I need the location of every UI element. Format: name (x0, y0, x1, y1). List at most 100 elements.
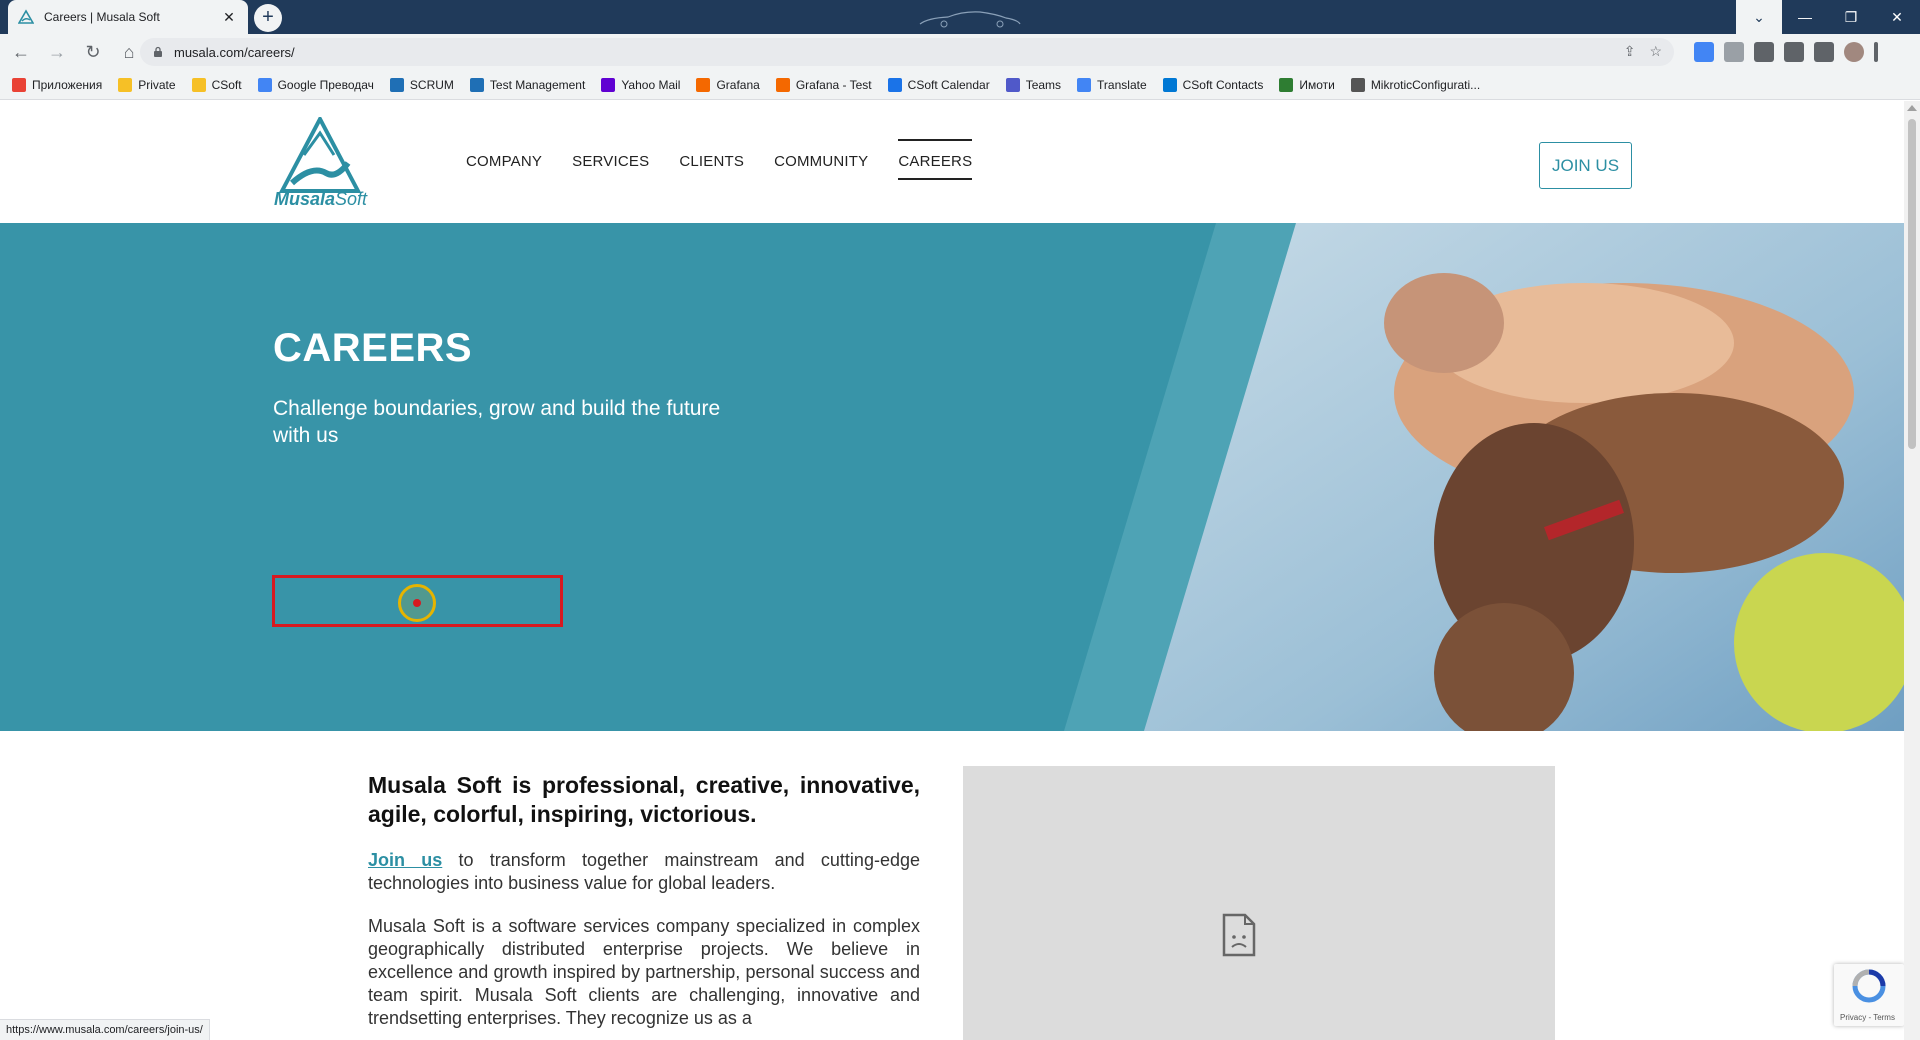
bookmark-item[interactable]: Test Management (469, 77, 586, 92)
tab-close-icon[interactable]: ✕ (220, 9, 238, 26)
profile-avatar[interactable] (1844, 42, 1864, 62)
bookmark-label: Translate (1097, 77, 1147, 92)
bookmark-item[interactable]: MikroticConfigurati... (1350, 77, 1481, 92)
bookmark-favicon-icon (696, 77, 711, 92)
page-scrollbar[interactable] (1904, 101, 1920, 1040)
bookmark-label: CSoft Calendar (907, 77, 990, 92)
bookmark-favicon-icon (1279, 77, 1294, 92)
hero-tagline: Challenge boundaries, grow and build the… (273, 397, 721, 447)
intro-section: Musala Soft is professional, creative, i… (368, 771, 920, 1030)
hero-title: CAREERS (273, 326, 473, 370)
cloud-extension-icon[interactable] (1724, 42, 1744, 62)
recaptcha-badge[interactable]: Privacy - Terms (1834, 964, 1904, 1026)
logo-main-text: Musala (274, 189, 336, 209)
bookmark-item[interactable]: SCRUM (389, 77, 454, 92)
site-header: MusalaSoft COMPANY SERVICES CLIENTS COMM… (0, 101, 1904, 223)
bookmark-item[interactable]: Yahoo Mail (601, 77, 681, 92)
back-button[interactable]: ← (6, 37, 36, 67)
join-us-link[interactable]: Join us (368, 850, 442, 870)
forward-button[interactable]: → (42, 37, 72, 67)
bookmark-favicon-icon (1077, 77, 1092, 92)
careers-hero: CAREERS Challenge boundaries, grow and b… (0, 223, 1904, 731)
nav-community[interactable]: COMMUNITY (774, 153, 868, 170)
scroll-up-icon[interactable] (1907, 105, 1917, 111)
side-panel-icon[interactable] (1814, 42, 1834, 62)
bookmark-favicon-icon (469, 77, 484, 92)
bookmark-label: Приложения (32, 77, 103, 92)
translate-extension-icon[interactable] (1694, 42, 1714, 62)
nav-services[interactable]: SERVICES (572, 153, 649, 170)
bookmark-item[interactable]: Приложения (12, 77, 103, 92)
bookmark-item[interactable]: CSoft (191, 77, 242, 92)
close-window-button[interactable]: ✕ (1874, 0, 1920, 34)
browser-tab[interactable]: Careers | Musala Soft ✕ (8, 0, 248, 34)
nav-company[interactable]: COMPANY (466, 153, 542, 170)
nav-clients[interactable]: CLIENTS (679, 153, 744, 170)
join-us-button[interactable]: JOIN US (1539, 142, 1632, 189)
bookmark-favicon-icon (601, 77, 616, 92)
page-viewport: MusalaSoft COMPANY SERVICES CLIENTS COMM… (0, 101, 1904, 1040)
new-tab-button[interactable]: + (254, 4, 282, 32)
minimize-button[interactable]: — (1782, 0, 1828, 34)
bookmark-favicon-icon (118, 77, 133, 92)
bookmark-item[interactable]: Google Преводач (257, 77, 374, 92)
click-cursor-icon (398, 584, 436, 622)
bookmark-label: SCRUM (409, 77, 454, 92)
nav-careers[interactable]: CAREERS (898, 139, 973, 180)
bookmark-item[interactable]: Имоти (1279, 77, 1335, 92)
chrome-menu-icon[interactable] (1874, 42, 1878, 62)
bookmark-favicon-icon (12, 77, 26, 92)
tab-strip: Careers | Musala Soft ✕ + ⌄ — ❐ ✕ (0, 0, 1920, 34)
bookmark-label: Test Management (489, 77, 586, 92)
extensions-area (1694, 42, 1878, 62)
bookmark-label: Grafana - Test (795, 77, 872, 92)
bookmark-favicon-icon (775, 77, 790, 92)
bookmark-label: Google Преводач (277, 77, 374, 92)
bookmark-favicon-icon (1005, 77, 1020, 92)
bookmark-item[interactable]: Grafana (696, 77, 760, 92)
car-profile-icon (919, 11, 1021, 28)
browser-toolbar: ← → ↻ ⌂ musala.com/careers/ ⇪ ☆ (0, 34, 1920, 70)
embedded-media-placeholder[interactable] (963, 766, 1555, 1040)
bookmark-favicon-icon (389, 77, 404, 92)
recaptcha-icon (1852, 969, 1886, 1003)
broken-document-icon (1222, 913, 1256, 957)
bookmarks-bar: Приложения Private CSoft Google Преводач SCR… (0, 70, 1920, 100)
bookmark-item[interactable]: Teams (1005, 77, 1061, 92)
bookmark-item[interactable]: CSoft Calendar (887, 77, 990, 92)
bookmark-label: CSoft Contacts (1182, 77, 1264, 92)
recaptcha-terms[interactable]: Privacy - Terms (1840, 1013, 1895, 1022)
grid-extension-icon[interactable] (1754, 42, 1774, 62)
bookmark-label: Private (138, 77, 176, 92)
intro-heading: Musala Soft is professional, creative, i… (368, 772, 920, 827)
bookmark-label: MikroticConfigurati... (1370, 77, 1481, 92)
tab-search-button[interactable]: ⌄ (1736, 0, 1782, 34)
bookmark-favicon-icon (1350, 77, 1365, 92)
main-navigation: COMPANY SERVICES CLIENTS COMMUNITY CAREE… (466, 139, 973, 180)
bookmark-favicon-icon (887, 77, 902, 92)
restore-button[interactable]: ❐ (1828, 0, 1874, 34)
bookmark-item[interactable]: Grafana - Test (775, 77, 872, 92)
scrollbar-thumb[interactable] (1908, 119, 1916, 449)
bookmark-item[interactable]: CSoft Contacts (1162, 77, 1264, 92)
bookmark-label: Grafana (716, 77, 760, 92)
puzzle-extensions-icon[interactable] (1784, 42, 1804, 62)
bookmark-favicon-icon (257, 77, 272, 92)
logo-text[interactable]: MusalaSoft (274, 189, 367, 210)
team-hands-photo (1064, 223, 1904, 731)
bookmark-item[interactable]: Translate (1077, 77, 1147, 92)
url-text[interactable]: musala.com/careers/ (174, 45, 295, 60)
window-controls: ⌄ — ❐ ✕ (1736, 0, 1920, 34)
lock-icon (154, 46, 162, 57)
tab-title: Careers | Musala Soft (44, 10, 160, 24)
about-paragraph: Musala Soft is a software services compa… (368, 916, 920, 1028)
bookmark-favicon-icon (191, 77, 206, 92)
share-icon[interactable]: ⇪ (1624, 43, 1636, 60)
reload-button[interactable]: ↻ (78, 37, 108, 67)
bookmark-star-icon[interactable]: ☆ (1649, 43, 1662, 60)
join-paragraph-text: to transform together mainstream and cut… (368, 850, 920, 893)
bookmark-label: Yahoo Mail (621, 77, 681, 92)
address-bar[interactable]: musala.com/careers/ ⇪ ☆ (140, 38, 1674, 66)
bookmark-item[interactable]: Private (118, 77, 176, 92)
bookmark-label: Имоти (1299, 77, 1335, 92)
